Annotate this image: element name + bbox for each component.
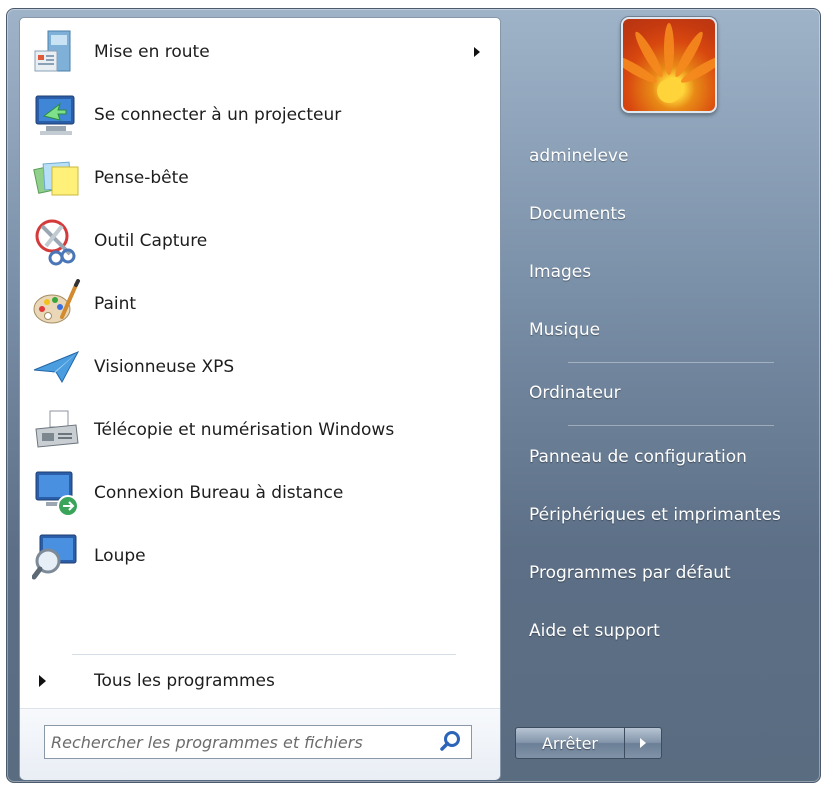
program-item-visionneuse-xps[interactable]: Visionneuse XPS [28, 338, 498, 396]
program-label: Loupe [94, 546, 146, 566]
shutdown-options-button[interactable] [625, 727, 662, 759]
search-input[interactable] [45, 731, 437, 753]
separator [568, 362, 774, 363]
right-item-images[interactable]: Images [519, 252, 799, 292]
right-item-ordinateur[interactable]: Ordinateur [519, 373, 799, 413]
program-label: Paint [94, 294, 137, 314]
all-programs-label: Tous les programmes [94, 671, 275, 691]
programs-panel: Mise en route Se connecter à un projecte… [19, 17, 501, 780]
user-avatar[interactable] [621, 17, 717, 113]
program-label: Connexion Bureau à distance [94, 483, 344, 503]
arrow-right-icon [640, 738, 646, 748]
program-label: Pense-bête [94, 168, 189, 188]
submenu-arrow-icon[interactable] [474, 47, 480, 57]
search-area [20, 708, 500, 780]
right-item-panneau-configuration[interactable]: Panneau de configuration [519, 437, 799, 477]
program-label: Télécopie et numérisation Windows [94, 420, 395, 440]
right-item-documents[interactable]: Documents [519, 194, 799, 234]
magnifier-icon [31, 531, 82, 581]
search-box[interactable] [44, 725, 472, 759]
all-programs-button[interactable]: Tous les programmes [28, 664, 488, 698]
program-item-bureau-distance[interactable]: Connexion Bureau à distance [28, 464, 498, 522]
sticky-notes-icon [32, 153, 82, 203]
separator [568, 425, 774, 426]
program-label: Se connecter à un projecteur [94, 105, 342, 125]
right-item-aide-support[interactable]: Aide et support [519, 611, 799, 651]
search-icon[interactable] [437, 728, 465, 756]
arrow-right-icon [39, 675, 46, 687]
remote-desktop-icon [32, 468, 82, 518]
shutdown-button[interactable]: Arrêter [515, 727, 625, 759]
getting-started-icon [32, 27, 82, 77]
fax-scan-icon [32, 405, 82, 455]
program-item-paint[interactable]: Paint [28, 275, 498, 333]
projector-icon [32, 90, 82, 140]
right-item-peripheriques[interactable]: Périphériques et imprimantes [519, 495, 799, 535]
program-item-pense-bete[interactable]: Pense-bête [28, 149, 498, 207]
program-label: Visionneuse XPS [94, 357, 235, 377]
shutdown-group: Arrêter [515, 727, 665, 759]
program-label: Mise en route [94, 42, 210, 62]
program-item-mise-en-route[interactable]: Mise en route [28, 23, 498, 81]
right-item-user[interactable]: admineleve [519, 136, 799, 176]
program-item-loupe[interactable]: Loupe [28, 527, 498, 585]
snipping-tool-icon [32, 216, 82, 266]
xps-viewer-icon [32, 342, 82, 392]
program-item-telecopie[interactable]: Télécopie et numérisation Windows [28, 401, 498, 459]
program-item-projecteur[interactable]: Se connecter à un projecteur [28, 86, 498, 144]
paint-palette-icon [32, 279, 82, 329]
program-item-outil-capture[interactable]: Outil Capture [28, 212, 498, 270]
separator [72, 654, 456, 655]
right-item-musique[interactable]: Musique [519, 310, 799, 350]
program-label: Outil Capture [94, 231, 208, 251]
right-item-programmes-defaut[interactable]: Programmes par défaut [519, 553, 799, 593]
